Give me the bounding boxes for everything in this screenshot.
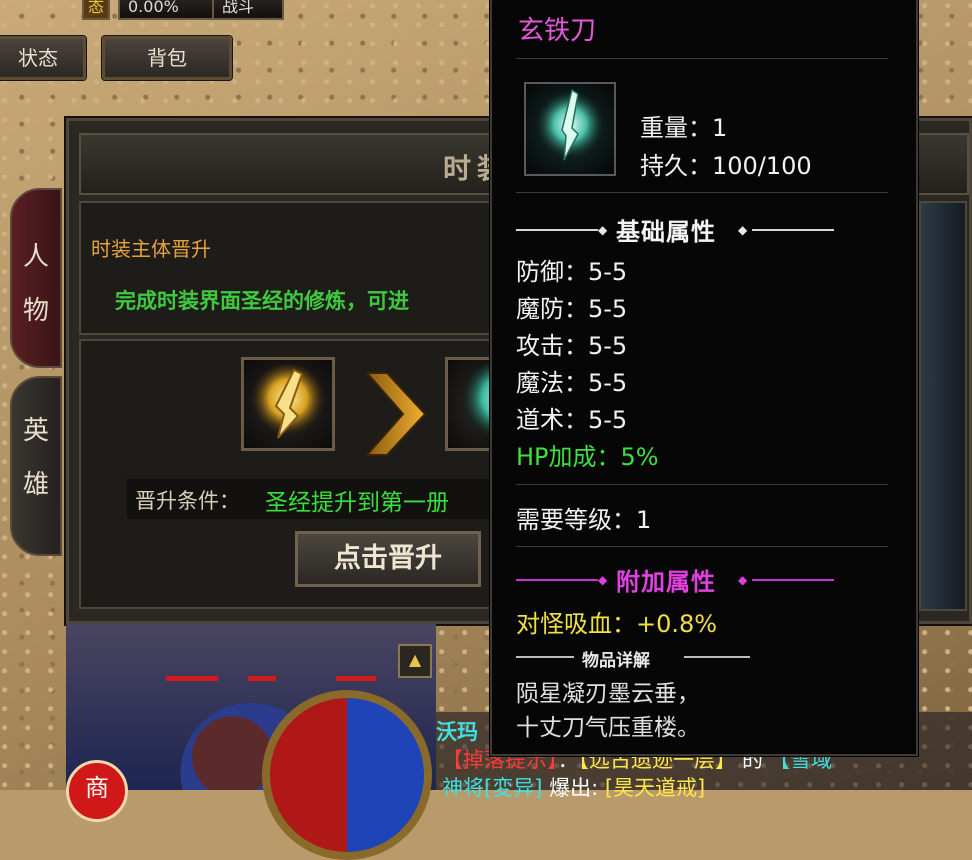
divider [516,546,888,547]
chat-item: [昊天道戒] [604,776,706,800]
basic-attr-header: ◆ 基础属性 ◆ [516,212,834,246]
hp-bar-right [336,676,376,681]
hp-mp-globe [262,690,432,860]
item-icon [524,82,616,176]
extra-attr-header: ◆ 附加属性 ◆ [516,562,834,596]
status-button[interactable]: 状态 [0,36,86,80]
poem-line-1: 陨星凝刃墨云垂， [516,681,700,707]
required-level: 需要等级：1 [516,506,652,534]
detail-header: 物品详解 [516,646,750,671]
divider [516,484,888,485]
item-durability: 持久：100/100 [640,152,812,180]
tab-character-char-1: 人 [22,242,49,272]
header-line [516,229,598,231]
tab-hero[interactable]: 英 雄 [10,376,62,556]
tab-hero-char-2: 雄 [22,470,49,500]
panel-right-area [919,201,967,611]
golden-blade-icon [250,364,326,440]
stat-row: 防御：5-5 [516,258,628,286]
chat-line: 沃玛 [436,720,478,744]
chat-monster: 神将[変异] [442,776,543,800]
chat-text: 爆出: [549,776,599,800]
stat-row: 道术：5-5 [516,406,628,434]
state-icon: 态 [82,0,110,20]
divider [516,192,888,193]
expand-up-button[interactable]: ▲ [398,644,432,678]
sword-icon [534,88,606,164]
upgrade-button[interactable]: 点击晋升 [295,531,481,587]
divider [516,58,888,59]
diamond-icon: ◆ [738,223,748,237]
bag-button[interactable]: 背包 [102,36,232,80]
extra-attr-title: 附加属性 [616,567,716,596]
tab-hero-char-1: 英 [22,416,49,446]
poem-line-2: 十丈刀气压重楼。 [516,715,700,741]
tab-character-char-2: 物 [22,296,49,326]
tab-character[interactable]: 人 物 [10,188,62,368]
item-tooltip: 玄铁刀 重量：1 持久：100/100 ◆ 基础属性 ◆ 防御：5-5 魔防：5-… [490,0,918,756]
hp-bar-mid [248,676,276,681]
arrow-right-icon [364,372,427,456]
header-line [684,656,750,658]
basic-attr-title: 基础属性 [616,217,716,246]
diamond-icon: ◆ [738,573,748,587]
section-title: 时装主体晋升 [91,237,211,261]
extra-stat: 对怪吸血：+0.8% [516,610,718,638]
item-weight: 重量：1 [640,114,728,142]
chat-line: 神将[変异] 爆出: [昊天道戒] [442,772,705,802]
condition-value: 圣经提升到第一册 [265,490,449,516]
condition-bar: 晋升条件： 圣经提升到第一册 [127,479,507,519]
condition-label: 晋升条件： [135,489,240,513]
stat-row: 攻击：5-5 [516,332,628,360]
stat-row: HP加成：5% [516,443,659,471]
diamond-icon: ◆ [598,223,608,237]
stat-row: 魔防：5-5 [516,295,628,323]
stat-row: 魔法：5-5 [516,369,628,397]
diamond-icon: ◆ [598,573,608,587]
hp-bar-left [166,676,218,681]
current-weapon-slot[interactable] [241,357,335,451]
upgrade-info-box: 时装主体晋升 完成时装界面圣经的修炼，可进 [79,201,513,335]
header-line [516,656,574,658]
header-line [516,579,598,581]
item-name: 玄铁刀 [518,16,597,46]
header-line [752,229,834,231]
upgrade-description: 完成时装界面圣经的修炼，可进 [115,289,409,313]
shop-button[interactable]: 商 [66,760,128,822]
header-line [752,579,834,581]
battle-mode-toggle[interactable]: 战斗 [212,0,284,20]
detail-title: 物品详解 [582,651,650,671]
